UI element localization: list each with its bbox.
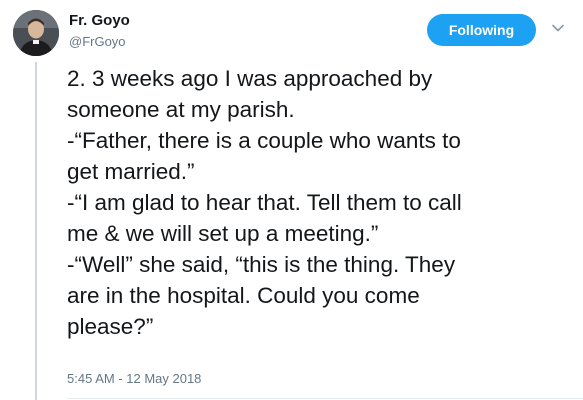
profile-photo-icon [13,10,59,56]
tweet-text: 2. 3 weeks ago I was approached by someo… [67,63,567,342]
tweet-text-line: -“I am glad to hear that. Tell them to c… [67,190,462,215]
avatar[interactable] [13,10,59,56]
tweet-card: Fr. Goyo @FrGoyo Following 2. 3 weeks ag… [0,0,583,400]
tweet-text-line: please?” [67,314,154,339]
tweet-text-line: -“Father, there is a couple who wants to [67,128,461,153]
tweet-timestamp[interactable]: 5:45 AM - 12 May 2018 [67,371,201,386]
divider [67,398,583,399]
chevron-down-icon[interactable] [550,20,566,36]
user-handle[interactable]: @FrGoyo [69,34,126,49]
following-button[interactable]: Following [427,14,536,46]
tweet-text-line: get married.” [67,159,195,184]
thread-line [35,62,37,400]
tweet-text-line: me & we will set up a meeting.” [67,221,379,246]
user-name[interactable]: Fr. Goyo [69,12,130,29]
tweet-text-line: -“Well” she said, “this is the thing. Th… [67,252,456,277]
tweet-text-line: 2. 3 weeks ago I was approached by [67,66,433,91]
tweet-text-line: someone at my parish. [67,97,295,122]
tweet-text-line: are in the hospital. Could you come [67,283,420,308]
